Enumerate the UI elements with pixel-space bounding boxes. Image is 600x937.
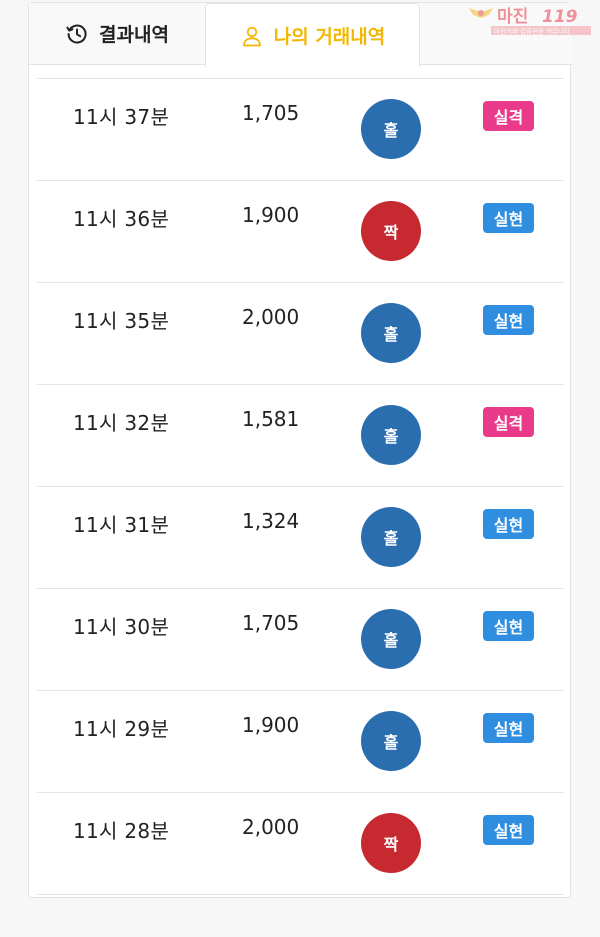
row-amount: 1,581 bbox=[242, 407, 300, 431]
status-badge: 실현 bbox=[483, 611, 534, 641]
trade-list: 11시 37분 1,705 홀 실격 11시 36분 1,900 짝 실현 11… bbox=[37, 78, 564, 895]
row-amount: 2,000 bbox=[242, 305, 300, 329]
row-time: 11시 36분 bbox=[73, 207, 170, 231]
row-time: 11시 37분 bbox=[73, 105, 170, 129]
row-amount: 1,705 bbox=[242, 611, 300, 635]
row-amount: 2,000 bbox=[242, 815, 300, 839]
pick-ball: 짝 bbox=[361, 201, 421, 261]
row-time: 11시 31분 bbox=[73, 513, 170, 537]
tab-results[interactable]: 결과내역 bbox=[29, 3, 205, 65]
status-badge: 실현 bbox=[483, 815, 534, 845]
row-amount: 1,900 bbox=[242, 713, 300, 737]
row-time: 11시 32분 bbox=[73, 411, 170, 435]
watermark-subtext: 마진거래 검증전문 커뮤니티 bbox=[494, 27, 570, 36]
status-badge: 실현 bbox=[483, 203, 534, 233]
status-badge: 실격 bbox=[483, 101, 534, 131]
pick-ball: 홀 bbox=[361, 405, 421, 465]
history-card: 결과내역 나의 거래내역 11시 37분 1,705 홀 실격 11시 36분 … bbox=[28, 2, 572, 898]
history-icon bbox=[66, 24, 87, 43]
pick-ball: 홀 bbox=[361, 303, 421, 363]
row-time: 11시 28분 bbox=[73, 819, 170, 843]
table-row: 11시 36분 1,900 짝 실현 bbox=[37, 181, 564, 283]
status-badge: 실현 bbox=[483, 713, 534, 743]
pick-ball: 홀 bbox=[361, 99, 421, 159]
watermark-logo-text: 마진 bbox=[497, 7, 528, 27]
user-icon bbox=[242, 26, 261, 46]
pick-ball: 홀 bbox=[361, 711, 421, 771]
status-badge: 실현 bbox=[483, 305, 534, 335]
table-row: 11시 30분 1,705 홀 실현 bbox=[37, 589, 564, 691]
table-row: 11시 29분 1,900 홀 실현 bbox=[37, 691, 564, 793]
pick-ball: 짝 bbox=[361, 813, 421, 873]
table-row: 11시 32분 1,581 홀 실격 bbox=[37, 385, 564, 487]
tab-my-history-label: 나의 거래내역 bbox=[273, 26, 386, 48]
status-badge: 실현 bbox=[483, 509, 534, 539]
row-amount: 1,900 bbox=[242, 203, 300, 227]
pick-ball: 홀 bbox=[361, 507, 421, 567]
pick-ball: 홀 bbox=[361, 609, 421, 669]
table-row: 11시 37분 1,705 홀 실격 bbox=[37, 79, 564, 181]
row-time: 11시 30분 bbox=[73, 615, 170, 639]
row-time: 11시 29분 bbox=[73, 717, 170, 741]
table-row: 11시 31분 1,324 홀 실현 bbox=[37, 487, 564, 589]
table-row: 11시 35분 2,000 홀 실현 bbox=[37, 283, 564, 385]
row-amount: 1,324 bbox=[242, 509, 300, 533]
tab-my-history[interactable]: 나의 거래내역 bbox=[205, 3, 420, 67]
row-time: 11시 35분 bbox=[73, 309, 170, 333]
watermark-logo-number: 119 bbox=[542, 7, 578, 27]
tab-results-label: 결과내역 bbox=[99, 24, 169, 46]
row-amount: 1,705 bbox=[242, 101, 300, 125]
watermark-logo: 마진 119 마진거래 검증전문 커뮤니티 bbox=[469, 7, 591, 36]
table-row: 11시 28분 2,000 짝 실현 bbox=[37, 793, 564, 895]
status-badge: 실격 bbox=[483, 407, 534, 437]
